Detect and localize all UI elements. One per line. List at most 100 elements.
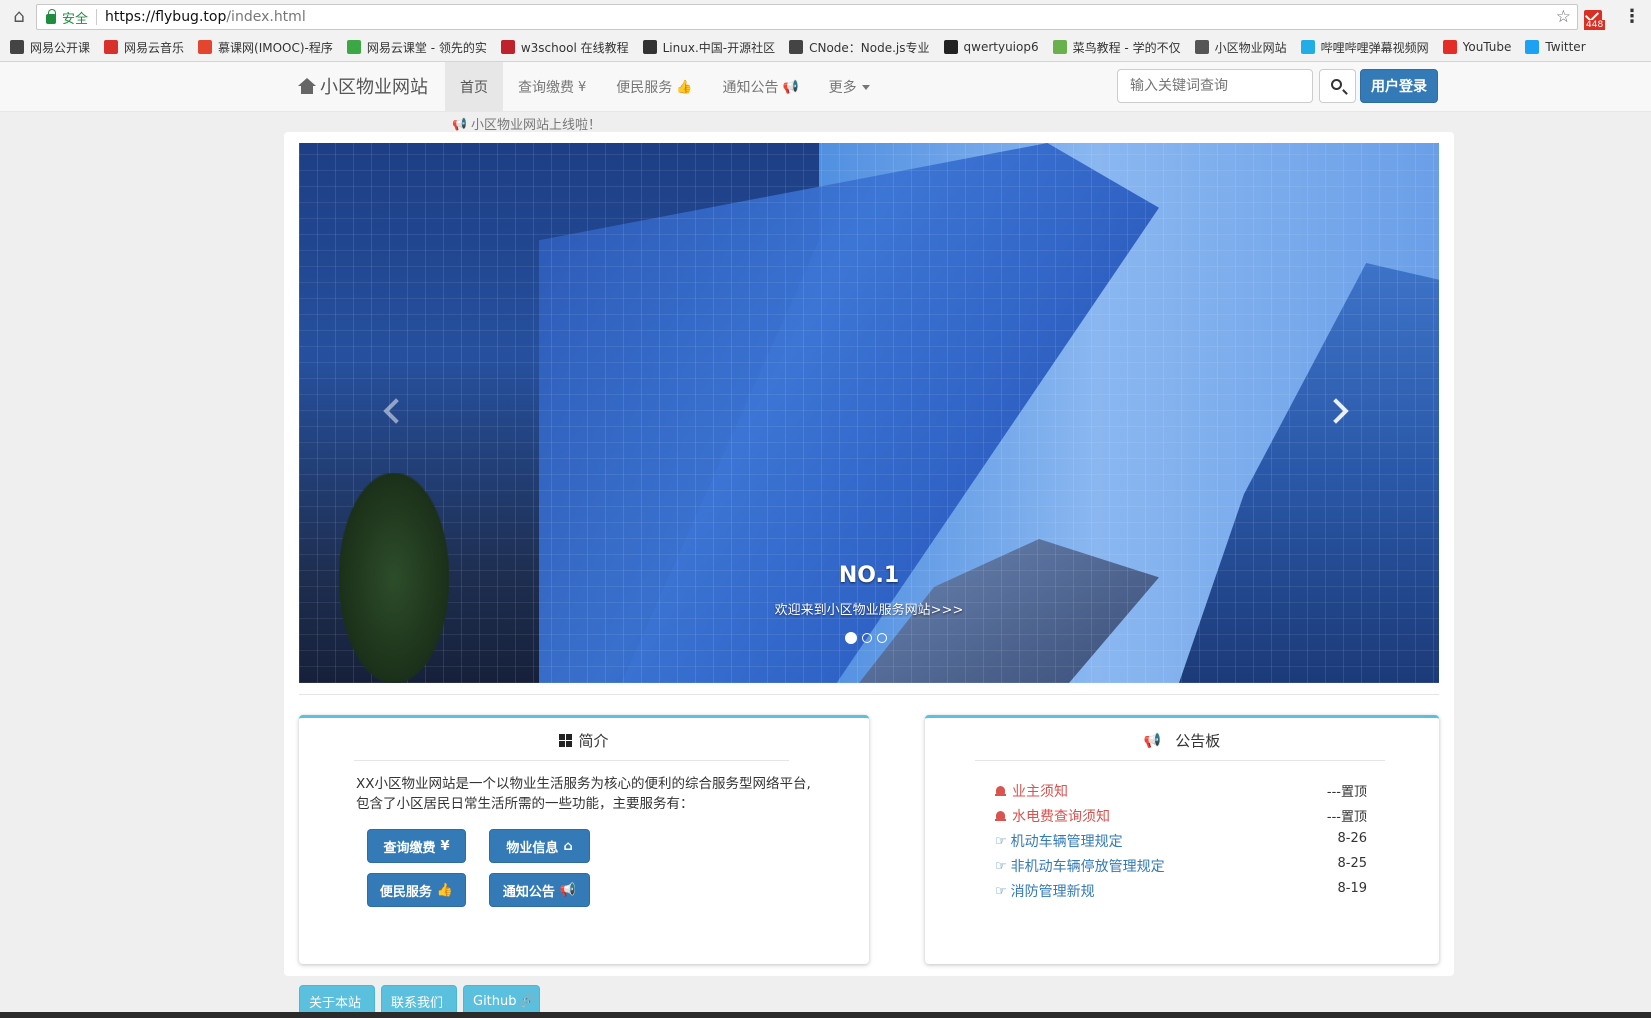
nav-more-dropdown[interactable]: 更多 <box>814 62 885 112</box>
mail-extension-icon[interactable]: 448 <box>1584 8 1606 30</box>
bell-icon <box>995 810 1006 822</box>
nav-notices[interactable]: 通知公告 📢 <box>707 62 813 112</box>
yen-icon: ¥ <box>440 838 450 854</box>
netease-music-icon <box>104 40 119 54</box>
nav-home[interactable]: 首页 <box>445 62 503 112</box>
address-row: ⌂ 安全 https://flybug.top/index.html ☆ 448… <box>0 0 1651 34</box>
bookmark-label: Linux.中国-开源社区 <box>662 40 776 55</box>
notice-date: 8-19 <box>1337 881 1367 896</box>
linux-icon <box>642 40 657 54</box>
carousel-indicators <box>845 632 892 644</box>
bookmark-label: 网易云课堂 - 领先的实 <box>366 40 487 55</box>
thumbs-up-icon: 👍 <box>676 79 693 95</box>
intro-heading: 简介 <box>299 730 869 751</box>
study-icon <box>346 40 361 54</box>
intro-heading-text: 简介 <box>578 732 609 750</box>
bookmark-label: 网易云音乐 <box>124 40 185 55</box>
bookmark-item[interactable]: Twitter <box>1525 40 1586 54</box>
youtube-icon <box>1442 40 1457 54</box>
nav-services[interactable]: 便民服务 👍 <box>601 62 707 112</box>
carousel-indicator[interactable] <box>877 633 887 643</box>
property-info-label: 物业信息 <box>506 840 559 856</box>
megaphone-icon: 📢 <box>1143 732 1162 749</box>
main-nav: 首页 查询缴费 ¥ 便民服务 👍 通知公告 📢 更多 <box>445 62 885 112</box>
megaphone-icon: 📢 <box>782 79 799 95</box>
notice-item[interactable]: 业主须知 ---置顶 <box>995 781 1367 801</box>
taskbar-edge <box>0 1012 1651 1018</box>
bookmark-item[interactable]: 菜鸟教程 - 学的不仅 <box>1052 39 1181 56</box>
notice-item[interactable]: ☞ 消防管理新规 8-19 <box>995 881 1367 901</box>
bookmark-label: Twitter <box>1545 40 1586 54</box>
bookmark-item[interactable]: w3school 在线教程 <box>500 39 629 56</box>
bookmark-item[interactable]: 慕课网(IMOOC)-程序 <box>198 39 333 56</box>
intro-text: XX小区物业网站是一个以物业生活服务为核心的便利的综合服务型网络平台,包含了小区… <box>356 776 811 812</box>
bookmark-label: 哔哩哔哩弹幕视频网 <box>1320 40 1429 55</box>
notice-tag: ---置顶 <box>1326 810 1367 825</box>
board-divider <box>975 760 1385 761</box>
notice-title: 机动车辆管理规定 <box>1010 834 1123 850</box>
carousel-indicator[interactable] <box>845 632 857 644</box>
intro-card: 简介 XX小区物业网站是一个以物业生活服务为核心的便利的综合服务型网络平台,包含… <box>299 715 869 964</box>
notice-title: 消防管理新规 <box>1010 884 1095 900</box>
main-panel: NO.1 欢迎来到小区物业服务网站>>> 简介 XX小区物业网站是一个以物业生活… <box>284 132 1454 976</box>
bookmark-item[interactable]: Linux.中国-开源社区 <box>642 39 776 56</box>
url-path: /index.html <box>226 9 306 25</box>
address-bar[interactable]: 安全 https://flybug.top/index.html ☆ <box>36 4 1578 30</box>
bookmark-label: qwertyuiop6 <box>963 40 1039 54</box>
hand-right-icon: ☞ <box>995 858 1007 874</box>
bookmark-item[interactable]: YouTube <box>1442 40 1511 54</box>
notices-button[interactable]: 通知公告 📢 <box>489 873 590 907</box>
bookmark-star-icon[interactable]: ☆ <box>1556 7 1571 27</box>
twitter-icon <box>1525 40 1540 54</box>
github-label: Github <box>473 994 517 1009</box>
home-icon[interactable]: ⌂ <box>8 6 30 28</box>
property-info-button[interactable]: 物业信息 ⌂ <box>489 829 590 863</box>
bookmark-item[interactable]: CNode：Node.js专业 <box>789 39 930 56</box>
thumbs-up-icon: 👍 <box>436 882 454 898</box>
bookmark-label: CNode：Node.js专业 <box>809 40 930 55</box>
carousel-caption-title: NO.1 <box>838 563 900 588</box>
bookmark-item[interactable]: 网易云课堂 - 领先的实 <box>346 39 487 56</box>
bookmark-item[interactable]: 网易公开课 <box>10 39 90 56</box>
hero-carousel: NO.1 欢迎来到小区物业服务网站>>> <box>299 143 1439 683</box>
th-large-icon <box>559 734 573 747</box>
caret-down-icon <box>861 84 870 90</box>
notice-item[interactable]: ☞ 机动车辆管理规定 8-26 <box>995 831 1367 851</box>
notices-label: 通知公告 <box>502 884 555 900</box>
carousel-prev-icon[interactable] <box>379 398 403 422</box>
carousel-next-icon[interactable] <box>1327 398 1351 422</box>
bookmarks-bar: 网易公开课 网易云音乐 慕课网(IMOOC)-程序 网易云课堂 - 领先的实 w3sch… <box>0 35 1651 59</box>
megaphone-icon: 📢 <box>559 882 577 898</box>
bookmark-item[interactable]: 小区物业网站 <box>1194 39 1287 56</box>
marquee-text: 小区物业网站上线啦！ <box>470 118 601 133</box>
bookmark-label: 菜鸟教程 - 学的不仅 <box>1072 40 1181 55</box>
services-button[interactable]: 便民服务 👍 <box>367 873 466 907</box>
bookmark-item[interactable]: 哔哩哔哩弹幕视频网 <box>1300 39 1429 56</box>
runoob-icon <box>1052 40 1067 54</box>
megaphone-icon: 📢 <box>452 116 467 131</box>
notice-item[interactable]: 水电费查询须知 ---置顶 <box>995 806 1367 826</box>
browser-menu-icon[interactable]: ⋮ <box>1622 6 1642 27</box>
cnode-icon <box>789 40 804 54</box>
notice-item[interactable]: ☞ 非机动车辆停放管理规定 8-25 <box>995 856 1367 876</box>
notice-date: 8-25 <box>1337 856 1367 871</box>
carousel-caption-subtitle: 欢迎来到小区物业服务网站>>> <box>774 603 964 618</box>
brand-link[interactable]: 小区物业网站 <box>298 73 428 99</box>
carousel-indicator[interactable] <box>862 633 872 643</box>
mail-badge: 448 <box>1584 20 1606 30</box>
yen-icon: ¥ <box>578 79 587 95</box>
query-payment-button[interactable]: 查询缴费 ¥ <box>367 829 466 863</box>
login-button[interactable]: 用户登录 <box>1360 69 1438 103</box>
nav-query-payment[interactable]: 查询缴费 ¥ <box>503 62 601 112</box>
query-payment-label: 查询缴费 <box>383 840 436 856</box>
bookmark-item[interactable]: 网易云音乐 <box>104 39 184 56</box>
search-input[interactable] <box>1117 69 1313 103</box>
search-button[interactable] <box>1319 69 1356 103</box>
w3-icon <box>500 40 515 54</box>
notice-date: 8-26 <box>1337 831 1367 846</box>
board-heading: 📢 公告板 <box>925 730 1439 751</box>
hand-right-icon: ☞ <box>995 883 1007 899</box>
link-icon: 🔗 <box>518 994 535 1009</box>
bookmark-label: w3school 在线教程 <box>520 40 629 55</box>
bookmark-item[interactable]: qwertyuiop6 <box>943 40 1039 54</box>
